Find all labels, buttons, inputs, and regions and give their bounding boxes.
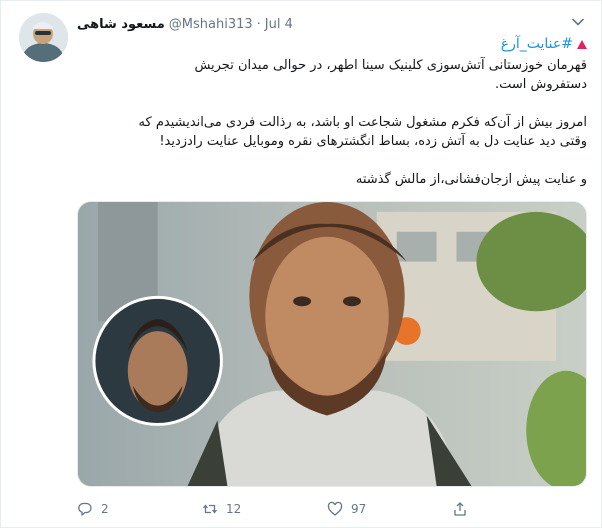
tweet-actions: 2 12 97 [77, 499, 577, 519]
reply-button[interactable]: 2 [77, 501, 202, 517]
hashtag-link[interactable]: #عنایت_آرغ [501, 35, 573, 54]
text-line: و عنایت پیش ازجان‌فشانی،از مالش گذشته [355, 172, 587, 187]
tweet-text: #عنایت_آرغ قهرمان خوزستانی آتش‌سوزی کلین… [77, 35, 587, 189]
text-line: دستفروش است. [494, 77, 587, 92]
share-icon [454, 502, 466, 516]
reply-icon [78, 502, 92, 516]
tweet-card[interactable]: مسعود شاهی @Mshahi313 · Jul 4 #عنایت_آرغ… [0, 0, 602, 528]
tweet-date[interactable]: Jul 4 [265, 17, 293, 32]
text-line: وقتی دید عنایت دل به آتش زده، بساط انگشت… [159, 134, 587, 149]
like-count: 97 [351, 502, 367, 516]
paragraph: امروز بیش از آن‌که فکرم مشغول شجاعت او ب… [77, 113, 587, 151]
retweet-count: 12 [226, 502, 242, 516]
chevron-down-icon[interactable] [571, 15, 585, 29]
user-handle[interactable]: @Mshahi313 [169, 17, 253, 32]
reply-count: 2 [101, 502, 109, 516]
paragraph: و عنایت پیش ازجان‌فشانی،از مالش گذشته [77, 170, 587, 189]
hashtag-line: #عنایت_آرغ [77, 35, 587, 54]
separator-dot: · [256, 16, 261, 32]
avatar[interactable] [19, 13, 68, 62]
share-button[interactable] [452, 501, 577, 517]
warning-triangle-icon [577, 40, 587, 49]
heart-icon [327, 501, 343, 516]
paragraph: قهرمان خوزستانی آتش‌سوزی کلینیک سینا اطه… [77, 56, 587, 94]
retweet-button[interactable]: 12 [202, 501, 327, 517]
like-button[interactable]: 97 [327, 501, 452, 517]
tweet-header: مسعود شاهی @Mshahi313 · Jul 4 [77, 15, 293, 33]
text-line: قهرمان خوزستانی آتش‌سوزی کلینیک سینا اطه… [194, 58, 587, 73]
retweet-icon [202, 504, 218, 514]
tweet-photo[interactable] [77, 201, 587, 487]
display-name[interactable]: مسعود شاهی [77, 17, 165, 32]
text-line: امروز بیش از آن‌که فکرم مشغول شجاعت او ب… [138, 115, 587, 130]
